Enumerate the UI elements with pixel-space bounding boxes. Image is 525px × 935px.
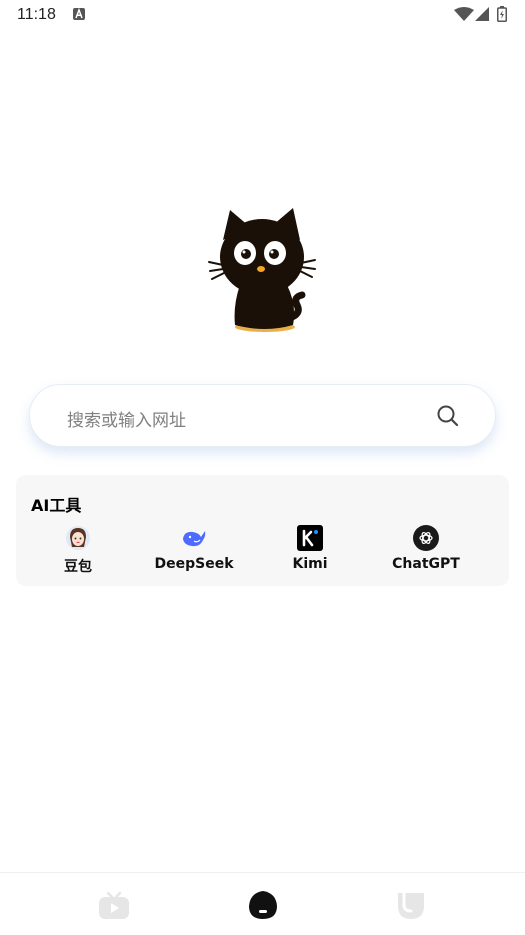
tv-play-icon[interactable]: [97, 889, 131, 921]
ai-tool-doubao[interactable]: 豆包: [28, 525, 128, 577]
browser-home-screen: 11:18 搜索或输入网址 AI工具 豆包 DeepSeek Kimi Chat…: [0, 0, 525, 935]
wifi-icon: [454, 7, 474, 21]
ai-tools-card: AI工具 豆包 DeepSeek Kimi ChatGPT: [16, 475, 509, 586]
doubao-icon: [66, 526, 90, 550]
ai-tool-kimi[interactable]: Kimi: [260, 525, 360, 577]
status-bar: 11:18: [0, 0, 525, 30]
kimi-icon: [297, 525, 323, 551]
a-notification-icon: [73, 8, 85, 20]
profile-face-icon[interactable]: [394, 889, 428, 921]
ai-tools-title: AI工具: [31, 496, 82, 515]
ai-tool-label: 豆包: [64, 559, 92, 575]
search-placeholder: 搜索或输入网址: [67, 411, 186, 431]
search-input[interactable]: 搜索或输入网址: [29, 384, 496, 447]
status-time: 11:18: [17, 6, 56, 23]
ai-tool-label: ChatGPT: [392, 556, 460, 572]
home-cat-icon[interactable]: [246, 889, 280, 921]
ai-tool-deepseek[interactable]: DeepSeek: [144, 525, 244, 577]
signal-icon: [475, 7, 489, 21]
deepseek-whale-icon: [183, 531, 206, 547]
ai-tool-label: Kimi: [292, 556, 328, 572]
search-icon[interactable]: [437, 405, 459, 427]
ai-tool-chatgpt[interactable]: ChatGPT: [376, 525, 476, 577]
bottom-navigation: [0, 872, 525, 935]
chatgpt-icon: [413, 525, 439, 551]
black-cat-mascot: [208, 208, 316, 332]
ai-tool-label: DeepSeek: [154, 556, 234, 572]
battery-icon: [497, 6, 507, 22]
